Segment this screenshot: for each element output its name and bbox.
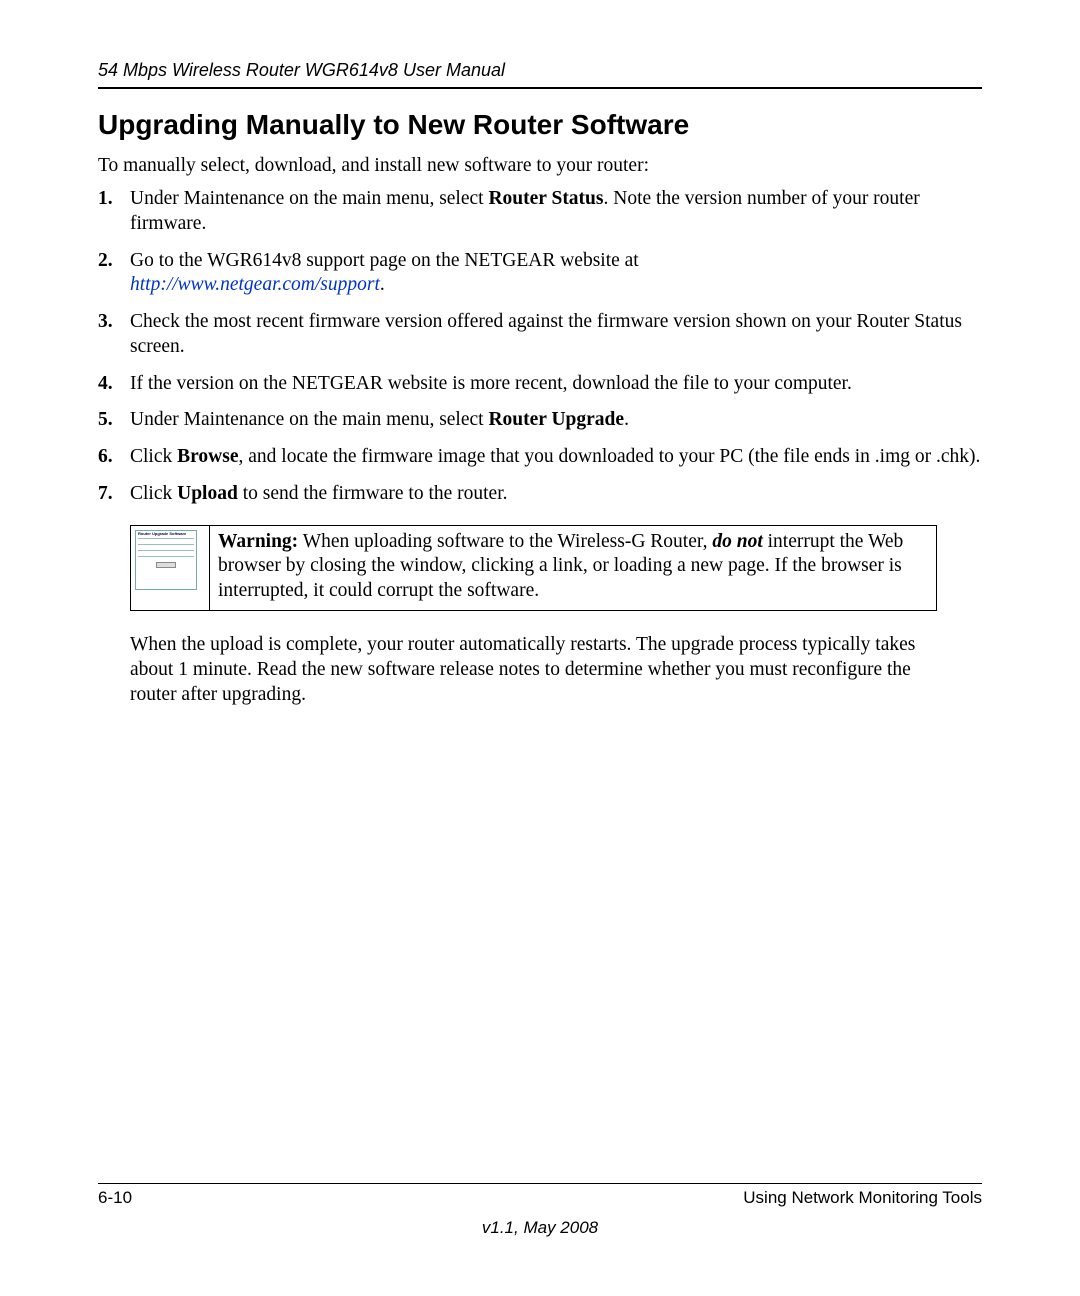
step-text: , and locate the firmware image that you… <box>239 446 981 467</box>
footer-version: v1.1, May 2008 <box>98 1218 982 1238</box>
step-4: 4. If the version on the NETGEAR website… <box>130 372 982 397</box>
warning-callout: Router Upgrade Software Warning: When up… <box>130 525 937 611</box>
step-7: 7. Click Upload to send the firmware to … <box>130 482 982 507</box>
step-number: 7. <box>98 482 126 507</box>
step-number: 3. <box>98 310 126 335</box>
step-1: 1. Under Maintenance on the main menu, s… <box>130 187 982 237</box>
step-bold: Router Upgrade <box>488 409 624 430</box>
warning-text: When uploading software to the Wireless-… <box>298 531 712 552</box>
step-number: 1. <box>98 187 126 212</box>
step-bold: Upload <box>177 483 238 504</box>
page-footer: 6-10 Using Network Monitoring Tools v1.1… <box>98 1183 982 1238</box>
step-text: Go to the WGR614v8 support page on the N… <box>130 250 639 271</box>
step-number: 4. <box>98 372 126 397</box>
warning-label: Warning: <box>218 531 298 552</box>
step-text: Click <box>130 483 177 504</box>
footer-rule <box>98 1183 982 1184</box>
after-warning-text: When the upload is complete, your router… <box>130 633 937 708</box>
footer-page-number: 6-10 <box>98 1188 132 1208</box>
step-6: 6. Click Browse, and locate the firmware… <box>130 445 982 470</box>
step-5: 5. Under Maintenance on the main menu, s… <box>130 408 982 433</box>
support-link[interactable]: http://www.netgear.com/support <box>130 274 380 295</box>
step-text: Click <box>130 446 177 467</box>
step-2: 2. Go to the WGR614v8 support page on th… <box>130 249 982 299</box>
step-text: Under Maintenance on the main menu, sele… <box>130 188 488 209</box>
step-text: Under Maintenance on the main menu, sele… <box>130 409 488 430</box>
header-rule <box>98 87 982 89</box>
section-title: Upgrading Manually to New Router Softwar… <box>98 109 982 141</box>
running-header: 54 Mbps Wireless Router WGR614v8 User Ma… <box>98 60 982 81</box>
warning-text-cell: Warning: When uploading software to the … <box>210 525 937 610</box>
warning-emphasis: do not <box>712 531 762 552</box>
intro-text: To manually select, download, and instal… <box>98 155 982 177</box>
step-number: 2. <box>98 249 126 274</box>
step-list: 1. Under Maintenance on the main menu, s… <box>98 187 982 507</box>
step-number: 6. <box>98 445 126 470</box>
step-3: 3. Check the most recent firmware versio… <box>130 310 982 360</box>
warning-icon-cell: Router Upgrade Software <box>131 525 210 610</box>
step-text: . <box>624 409 629 430</box>
step-bold: Router Status <box>488 188 603 209</box>
step-text: If the version on the NETGEAR website is… <box>130 373 852 394</box>
router-upgrade-thumbnail-icon: Router Upgrade Software <box>135 530 197 590</box>
step-text: to send the firmware to the router. <box>238 483 508 504</box>
step-text: Check the most recent firmware version o… <box>130 311 962 357</box>
footer-chapter: Using Network Monitoring Tools <box>743 1188 982 1208</box>
step-number: 5. <box>98 408 126 433</box>
step-text: . <box>380 274 385 295</box>
page-body: 54 Mbps Wireless Router WGR614v8 User Ma… <box>0 0 1080 708</box>
step-bold: Browse <box>177 446 238 467</box>
